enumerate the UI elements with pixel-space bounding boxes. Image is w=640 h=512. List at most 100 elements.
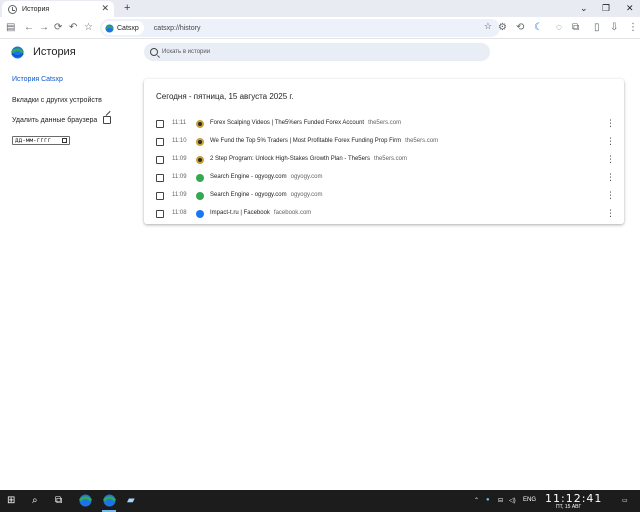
entry-menu-icon[interactable]: ⋮ bbox=[606, 118, 615, 128]
entry-title-wrap: 2 Step Program: Unlock High-Stakes Growt… bbox=[210, 156, 407, 162]
tab-title: История bbox=[22, 5, 50, 13]
entry-domain: the5ers.com bbox=[373, 156, 407, 162]
language-indicator[interactable]: ENG bbox=[523, 497, 536, 503]
tab-close-button[interactable]: ✕ bbox=[101, 3, 109, 13]
entry-title[interactable]: 2 Step Program: Unlock High-Stakes Growt… bbox=[210, 156, 370, 162]
entry-domain: ogyogy.com bbox=[290, 174, 323, 180]
entry-time: 11:09 bbox=[172, 174, 187, 180]
history-entry[interactable]: 11:09 Search Engine - ogyogy.com ogyogy.c… bbox=[144, 188, 624, 206]
facebook-icon bbox=[196, 210, 204, 218]
entry-menu-icon[interactable]: ⋮ bbox=[606, 190, 615, 200]
entry-title[interactable]: Forex Scalping Videos | The5%ers Funded … bbox=[210, 120, 364, 126]
reload-icon[interactable]: ⟳ bbox=[54, 21, 62, 34]
download-icon[interactable]: ⇩ bbox=[610, 21, 618, 34]
entry-checkbox[interactable] bbox=[156, 120, 164, 128]
entry-time: 11:10 bbox=[172, 138, 187, 144]
history-entry[interactable]: 11:09 Search Engine - ogyogy.com ogyogy.c… bbox=[144, 170, 624, 188]
the5ers-icon bbox=[196, 156, 204, 164]
entry-time: 11:09 bbox=[172, 156, 187, 162]
entry-menu-icon[interactable]: ⋮ bbox=[606, 136, 615, 146]
entry-checkbox[interactable] bbox=[156, 138, 164, 146]
tab-history[interactable]: История ✕ bbox=[2, 1, 114, 17]
windows-start-icon[interactable]: ⊞ bbox=[7, 495, 15, 507]
entry-checkbox[interactable] bbox=[156, 174, 164, 182]
search-placeholder: Искать в истории bbox=[162, 49, 211, 55]
history-entry[interactable]: 11:10 We Fund the Top 5% Traders | Most … bbox=[144, 134, 624, 152]
clock-date[interactable]: ПТ, 15 АВГ bbox=[556, 504, 581, 510]
network-icon[interactable]: ⊟ bbox=[498, 497, 503, 504]
sidebar-item-clear-data[interactable]: Удалить данные браузера bbox=[12, 117, 97, 124]
sidebar-panel-icon[interactable]: ▤ bbox=[6, 21, 15, 34]
notifications-icon[interactable]: ▭ bbox=[622, 497, 628, 504]
date-picker-input[interactable]: дд-мм-гггг bbox=[12, 136, 70, 145]
history-entry[interactable]: 11:11 Forex Scalping Videos | The5%ers F… bbox=[144, 116, 624, 134]
site-name: Catsxp bbox=[117, 24, 139, 32]
entry-title-wrap: Forex Scalping Videos | The5%ers Funded … bbox=[210, 120, 401, 126]
taskbar: ⊞ ⌕ ⧉ ▰ ⌃ ● ⊟ ◁) ENG 11:12:41 ПТ, 15 АВГ… bbox=[0, 490, 640, 512]
sidebar-item-history[interactable]: История Catsxp bbox=[12, 76, 63, 83]
entry-title-wrap: We Fund the Top 5% Traders | Most Profit… bbox=[210, 138, 438, 144]
sync-icon[interactable]: ⟲ bbox=[516, 21, 524, 34]
new-tab-button[interactable]: + bbox=[124, 2, 130, 14]
entry-checkbox[interactable] bbox=[156, 192, 164, 200]
bookmark-page-icon[interactable]: ☆ bbox=[484, 21, 492, 32]
entry-menu-icon[interactable]: ⋮ bbox=[606, 172, 615, 182]
tab-strip: История ✕ + ⌄ ❐ ✕ bbox=[0, 0, 640, 17]
history-entry[interactable]: 11:09 2 Step Program: Unlock High-Stakes… bbox=[144, 152, 624, 170]
settings-gear-icon[interactable]: ⚙ bbox=[498, 21, 507, 34]
address-bar[interactable]: Catsxp catsxp://history ☆ bbox=[100, 19, 500, 37]
entry-checkbox[interactable] bbox=[156, 156, 164, 164]
history-icon bbox=[8, 4, 17, 14]
volume-icon[interactable]: ◁) bbox=[509, 497, 516, 504]
the5ers-icon bbox=[196, 120, 204, 128]
entry-menu-icon[interactable]: ⋮ bbox=[606, 154, 615, 164]
screenshot-icon[interactable]: ⧉ bbox=[572, 21, 579, 34]
tray-overflow-icon[interactable]: ⌃ bbox=[474, 497, 479, 504]
entry-title-wrap: Search Engine - ogyogy.com ogyogy.com bbox=[210, 192, 323, 198]
menu-icon[interactable]: ⋮ bbox=[628, 21, 638, 34]
entry-domain: ogyogy.com bbox=[290, 192, 323, 198]
date-placeholder: дд-мм-гггг bbox=[15, 137, 52, 144]
entry-title[interactable]: Impact-t.ru | Facebook bbox=[210, 210, 270, 216]
the5ers-icon bbox=[196, 138, 204, 146]
forward-icon[interactable]: → bbox=[39, 21, 49, 34]
external-link-icon bbox=[103, 116, 111, 124]
restore-button[interactable]: ❐ bbox=[602, 2, 610, 14]
catsxp-active-taskbar-icon[interactable] bbox=[103, 494, 116, 507]
browser-toolbar: ▤ ← → ⟳ ↶ ☆ Catsxp catsxp://history ☆ ⚙ … bbox=[0, 17, 640, 39]
entry-domain: the5ers.com bbox=[368, 120, 402, 126]
catsxp-logo-icon bbox=[105, 23, 114, 33]
entry-menu-icon[interactable]: ⋮ bbox=[606, 208, 615, 218]
entry-title[interactable]: Search Engine - ogyogy.com bbox=[210, 174, 287, 180]
ogyogy-icon bbox=[196, 174, 204, 182]
undo-icon[interactable]: ↶ bbox=[69, 21, 77, 34]
url-text[interactable]: catsxp://history bbox=[154, 25, 201, 32]
close-window-button[interactable]: ✕ bbox=[626, 2, 634, 14]
catsxp-taskbar-icon[interactable] bbox=[79, 494, 92, 507]
entry-title[interactable]: Search Engine - ogyogy.com bbox=[210, 192, 287, 198]
entry-title-wrap: Impact-t.ru | Facebook facebook.com bbox=[210, 210, 311, 216]
history-entry[interactable]: 11:08 Impact-t.ru | Facebook facebook.com… bbox=[144, 206, 624, 224]
entry-time: 11:09 bbox=[172, 192, 187, 198]
dark-mode-icon[interactable]: ☾ bbox=[534, 21, 543, 34]
calendar-icon[interactable] bbox=[62, 138, 67, 143]
entry-title[interactable]: We Fund the Top 5% Traders | Most Profit… bbox=[210, 138, 401, 144]
entry-domain: the5ers.com bbox=[405, 138, 439, 144]
entry-checkbox[interactable] bbox=[156, 210, 164, 218]
site-chip[interactable]: Catsxp bbox=[102, 21, 144, 35]
chat-icon[interactable]: ◌ bbox=[556, 21, 562, 34]
tab-search-button[interactable]: ⌄ bbox=[580, 2, 588, 14]
back-icon[interactable]: ← bbox=[24, 21, 34, 34]
sidebar-item-other-devices[interactable]: Вкладки с других устройств bbox=[12, 97, 102, 104]
task-view-icon[interactable]: ⧉ bbox=[55, 495, 62, 507]
tray-app-icon[interactable]: ● bbox=[486, 497, 490, 503]
ogyogy-icon bbox=[196, 192, 204, 200]
search-icon[interactable]: ⌕ bbox=[32, 495, 38, 507]
history-day-heading: Сегодня - пятница, 15 августа 2025 г. bbox=[156, 92, 294, 101]
entry-title-wrap: Search Engine - ogyogy.com ogyogy.com bbox=[210, 174, 323, 180]
notepad-icon[interactable]: ▰ bbox=[127, 495, 135, 507]
bookmark-star-icon[interactable]: ☆ bbox=[84, 21, 93, 34]
side-panel-icon[interactable]: ▯ bbox=[594, 21, 600, 34]
page-title: История bbox=[33, 46, 76, 58]
history-search-input[interactable]: Искать в истории bbox=[144, 43, 490, 61]
